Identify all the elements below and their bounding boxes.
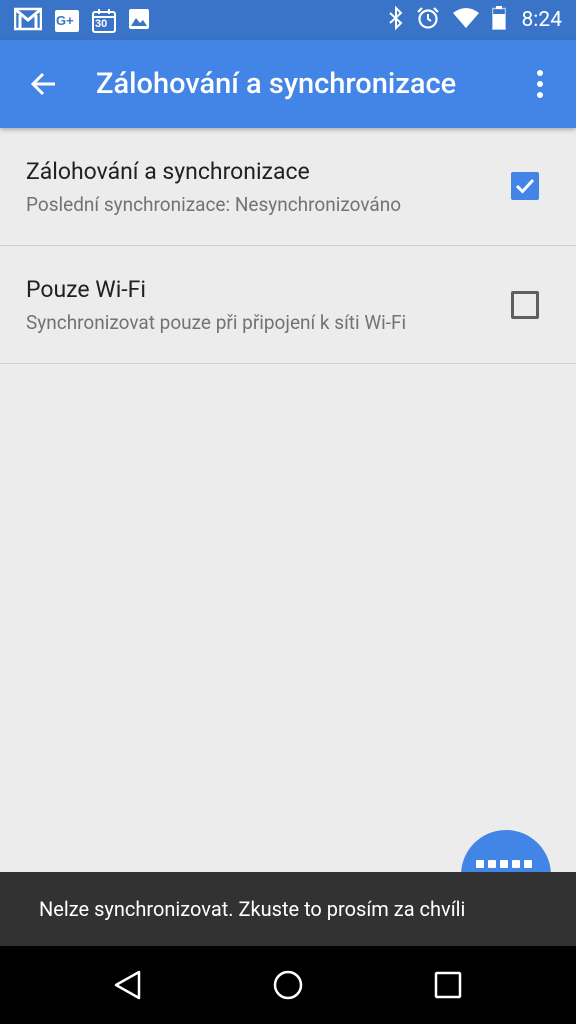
calendar-icon: 30 xyxy=(92,9,116,33)
settings-list: Zálohování a synchronizace Poslední sync… xyxy=(0,128,576,364)
snackbar-message: Nelze synchronizovat. Zkuste to prosím z… xyxy=(39,897,466,921)
setting-summary: Synchronizovat pouze při připojení k sít… xyxy=(26,311,407,334)
check-icon xyxy=(515,178,535,194)
setting-wifi-only[interactable]: Pouze Wi-Fi Synchronizovat pouze při při… xyxy=(0,246,576,364)
status-time: 8:24 xyxy=(521,8,563,32)
setting-title: Pouze Wi-Fi xyxy=(26,276,146,303)
system-icons: 8:24 xyxy=(388,5,563,34)
more-vert-icon xyxy=(537,70,543,98)
page-title: Zálohování a synchronizace xyxy=(96,67,457,101)
alarm-icon xyxy=(416,6,440,34)
backup-sync-checkbox[interactable] xyxy=(511,172,539,200)
progress-dots-icon xyxy=(476,860,532,868)
nav-home-button[interactable] xyxy=(264,961,312,1009)
setting-summary: Poslední synchronizace: Nesynchronizován… xyxy=(26,193,402,216)
setting-backup-sync[interactable]: Zálohování a synchronizace Poslední sync… xyxy=(0,128,576,246)
calendar-day: 30 xyxy=(95,18,108,30)
navigation-bar xyxy=(0,946,576,1024)
overflow-menu-button[interactable] xyxy=(516,60,564,108)
bluetooth-icon xyxy=(388,5,404,34)
app-bar: Zálohování a synchronizace xyxy=(0,40,576,128)
wifi-icon xyxy=(452,7,480,33)
google-plus-icon: G+ xyxy=(54,9,80,33)
nav-back-icon xyxy=(114,970,141,1000)
back-button[interactable] xyxy=(20,60,68,108)
wifi-only-checkbox[interactable] xyxy=(511,291,539,319)
nav-recents-icon xyxy=(434,971,462,999)
nav-recents-button[interactable] xyxy=(424,961,472,1009)
battery-icon xyxy=(491,6,506,34)
gmail-icon xyxy=(13,7,43,35)
arrow-back-icon xyxy=(30,72,55,96)
nav-home-icon xyxy=(273,970,303,1000)
setting-title: Zálohování a synchronizace xyxy=(26,158,310,185)
google-plus-label: G+ xyxy=(56,13,74,28)
nav-back-button[interactable] xyxy=(104,961,152,1009)
photos-icon xyxy=(128,8,150,34)
notification-icons: G+ 30 xyxy=(13,7,150,35)
status-bar: G+ 30 8:24 xyxy=(0,0,576,40)
snackbar: Nelze synchronizovat. Zkuste to prosím z… xyxy=(0,872,576,946)
